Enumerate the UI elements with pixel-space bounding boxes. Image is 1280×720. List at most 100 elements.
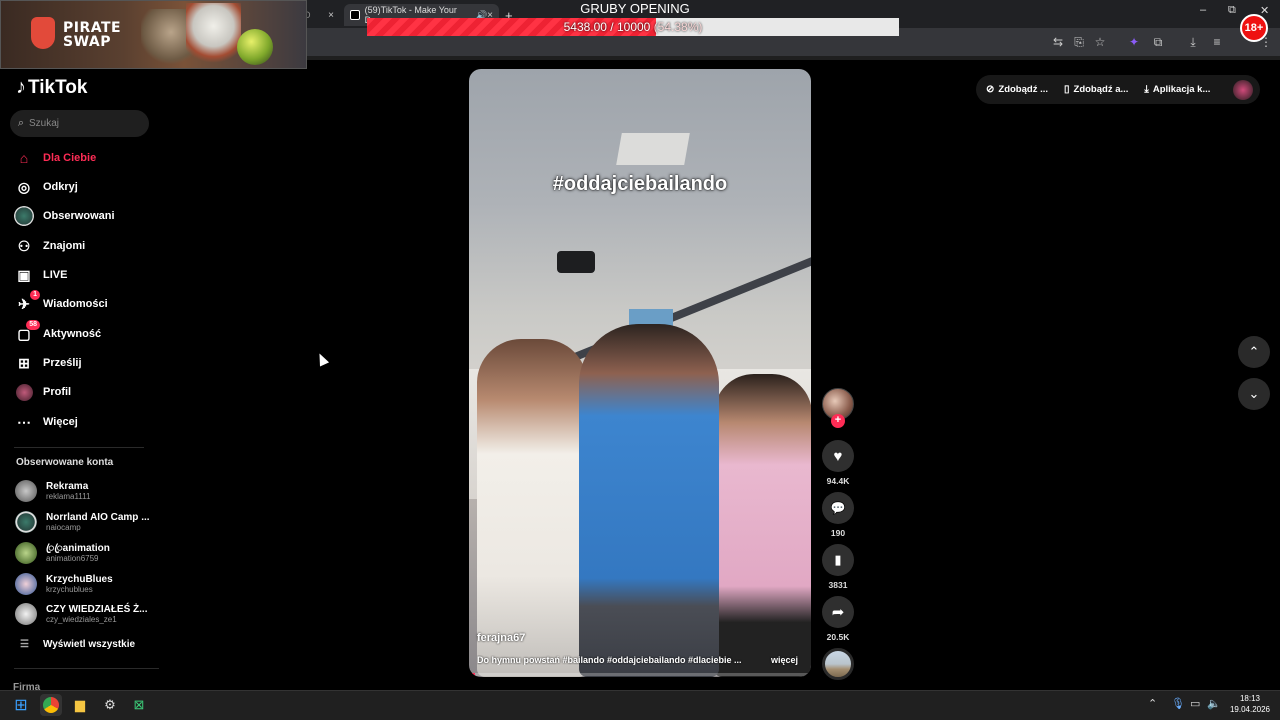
like-button[interactable]: ♥ bbox=[822, 440, 854, 472]
sidebar-item-aktywność[interactable]: ▢ 58 Aktywność bbox=[14, 320, 154, 348]
download-icon[interactable]: ⤓ bbox=[1185, 34, 1201, 50]
video-player[interactable]: #oddajciebailando ferajna67 Do hymnu pow… bbox=[469, 69, 811, 677]
age-rating-badge: 18+ bbox=[1240, 14, 1268, 42]
phone-icon: ▯ bbox=[1064, 84, 1070, 95]
display-icon[interactable]: ▭ bbox=[1190, 697, 1200, 710]
followed-account[interactable]: KrzychuBlues krzychublues bbox=[15, 570, 155, 598]
close-window-button[interactable]: ✕ bbox=[1260, 4, 1269, 17]
windows-start-icon[interactable]: ⊞ bbox=[10, 694, 32, 716]
sidebar-item-obserwowani[interactable]: Obserwowani bbox=[14, 202, 154, 230]
notification-badge: 1 bbox=[30, 290, 40, 300]
reading-list-icon[interactable]: ≡ bbox=[1209, 34, 1225, 50]
followed-account[interactable]: CZY WIEDZIAŁEŚ Ż... czy_wiedziales_ze1 bbox=[15, 600, 155, 628]
get-app-button[interactable]: ▯ Zdobądź a... bbox=[1064, 84, 1128, 95]
sidebar-item-odkryj[interactable]: ◎ Odkryj bbox=[14, 173, 154, 201]
windows-taskbar bbox=[0, 690, 1280, 720]
followed-account[interactable]: ꦿꦿanimation animation6759 bbox=[15, 539, 155, 567]
account-handle: czy_wiedziales_ze1 bbox=[46, 614, 117, 624]
sidebar-item-wiadomości[interactable]: ✈ 1 Wiadomości bbox=[14, 290, 154, 318]
sidebar-item-profil[interactable]: Profil bbox=[14, 378, 154, 406]
video-person-left bbox=[477, 339, 587, 677]
user-avatar[interactable] bbox=[1233, 80, 1253, 100]
video-person-right bbox=[714, 374, 811, 677]
extensions-puzzle-icon[interactable]: ⧉ bbox=[1150, 34, 1166, 50]
coin-icon: ⊘ bbox=[986, 84, 995, 95]
avatar bbox=[15, 542, 37, 564]
avatar bbox=[15, 511, 37, 533]
bookmark-star-icon[interactable]: ☆ bbox=[1092, 34, 1108, 50]
video-author[interactable]: ferajna67 bbox=[477, 632, 525, 644]
volume-icon[interactable]: 🔈 bbox=[1207, 697, 1221, 710]
sidebar-item-prześlij[interactable]: ⊞ Prześlij bbox=[14, 349, 154, 377]
upload-icon: ⊞ bbox=[18, 354, 30, 371]
chrome-icon[interactable] bbox=[40, 694, 62, 716]
list-icon: ☰ bbox=[20, 639, 29, 650]
account-name: Rekrama bbox=[46, 480, 89, 492]
activity-icon: ▢ 58 bbox=[14, 320, 40, 344]
sidebar-item-znajomi[interactable]: ⚇ Znajomi bbox=[14, 232, 154, 260]
sidebar-item-więcej[interactable]: ⋯ Więcej bbox=[14, 408, 154, 436]
show-all-label: Wyświetl wszystkie bbox=[42, 639, 136, 650]
tray-chevron-icon[interactable]: ⌃ bbox=[1148, 697, 1157, 710]
followed-account[interactable]: Norrland AIO Camp ... naiocamp bbox=[15, 508, 155, 536]
sidebar-item-label: Obserwowani bbox=[43, 210, 115, 222]
music-disc[interactable] bbox=[822, 648, 854, 680]
share-button[interactable]: ➦ bbox=[822, 596, 854, 628]
banner-mascot bbox=[186, 3, 241, 69]
account-name: Norrland AIO Camp ... bbox=[46, 511, 150, 523]
logo-text: TikTok bbox=[28, 76, 88, 98]
followed-account[interactable]: Rekrama reklama1111 bbox=[15, 477, 155, 505]
friends-icon: ⚇ bbox=[17, 237, 31, 254]
heart-icon: ♥ bbox=[833, 447, 843, 465]
account-name: KrzychuBlues bbox=[46, 573, 113, 585]
share-count: 20.5K bbox=[826, 632, 850, 642]
sidebar-item-live[interactable]: ▣ LIVE bbox=[14, 261, 154, 289]
sidebar-item-dla-ciebie[interactable]: ⌂ Dla Ciebie bbox=[14, 144, 154, 172]
get-coins-button[interactable]: ⊘ Zdobądź ... bbox=[986, 84, 1048, 95]
get-app-label: Zdobądź a... bbox=[1073, 84, 1129, 95]
video-description: Do hymnu powstań #bailando #oddajciebail… bbox=[477, 655, 742, 665]
sidebar-item-label: Dla Ciebie bbox=[43, 152, 97, 164]
app-gear-icon[interactable]: ⚙ bbox=[99, 694, 121, 716]
comment-icon: 💬 bbox=[830, 501, 846, 515]
search-icon: ⌕ bbox=[17, 117, 25, 129]
clock-time: 18:13 bbox=[1239, 694, 1261, 703]
maximize-button[interactable]: ⧉ bbox=[1228, 4, 1236, 17]
video-progress-bar[interactable] bbox=[469, 673, 811, 676]
app-terminal-icon[interactable]: ⊠ bbox=[128, 694, 150, 716]
previous-video-button[interactable]: ⌃ bbox=[1238, 336, 1270, 368]
brand-line1: PIRATE bbox=[63, 20, 122, 36]
tiktok-logo[interactable]: ♪ TikTok bbox=[16, 76, 87, 99]
show-all-button[interactable]: ☰ Wyświetl wszystkie bbox=[20, 639, 135, 650]
sidebar-item-label: Profil bbox=[43, 386, 72, 398]
extension-icon[interactable]: ✦ bbox=[1126, 34, 1142, 50]
tab-close-icon[interactable]: × bbox=[328, 10, 334, 21]
desktop-app-button[interactable]: ⤓ Aplikacja k... bbox=[1144, 84, 1210, 95]
microphone-icon[interactable]: 🎙 bbox=[1171, 697, 1185, 710]
messages-icon: ✈ 1 bbox=[14, 290, 40, 314]
cast-icon[interactable]: ⎘ bbox=[1071, 34, 1087, 50]
sidebar-item-label: Znajomi bbox=[43, 240, 86, 252]
download-icon: ⤓ bbox=[1144, 84, 1149, 95]
chevron-up-icon: ⌃ bbox=[1248, 344, 1260, 359]
translate-icon[interactable]: ⇆ bbox=[1050, 34, 1066, 50]
share-arrow-icon: ➦ bbox=[831, 604, 845, 621]
sidebar-item-label: Więcej bbox=[43, 416, 78, 428]
more-button[interactable]: więcej bbox=[771, 655, 798, 665]
search-input[interactable]: ⌕ Szukaj bbox=[10, 110, 149, 137]
sidebar-item-label: Aktywność bbox=[43, 328, 102, 340]
progress-value: 5438.00 / 10000 bbox=[563, 20, 651, 34]
comment-button[interactable]: 💬 bbox=[822, 492, 854, 524]
next-video-button[interactable]: ⌄ bbox=[1238, 378, 1270, 410]
system-clock[interactable]: 18:13 19.04.2026 bbox=[1228, 693, 1272, 715]
file-explorer-icon[interactable]: ▆ bbox=[69, 694, 91, 716]
follow-plus-icon[interactable]: + bbox=[831, 414, 845, 428]
chevron-down-icon: ⌄ bbox=[1248, 386, 1260, 401]
account-handle: animation6759 bbox=[46, 553, 99, 563]
save-button[interactable]: ▮ bbox=[822, 544, 854, 576]
avatar bbox=[15, 603, 37, 625]
desktop-app-label: Aplikacja k... bbox=[1152, 84, 1211, 95]
video-hashtag-overlay: #oddajciebailando bbox=[552, 173, 728, 195]
minimize-button[interactable]: – bbox=[1200, 4, 1206, 16]
clock-date: 19.04.2026 bbox=[1229, 705, 1271, 714]
